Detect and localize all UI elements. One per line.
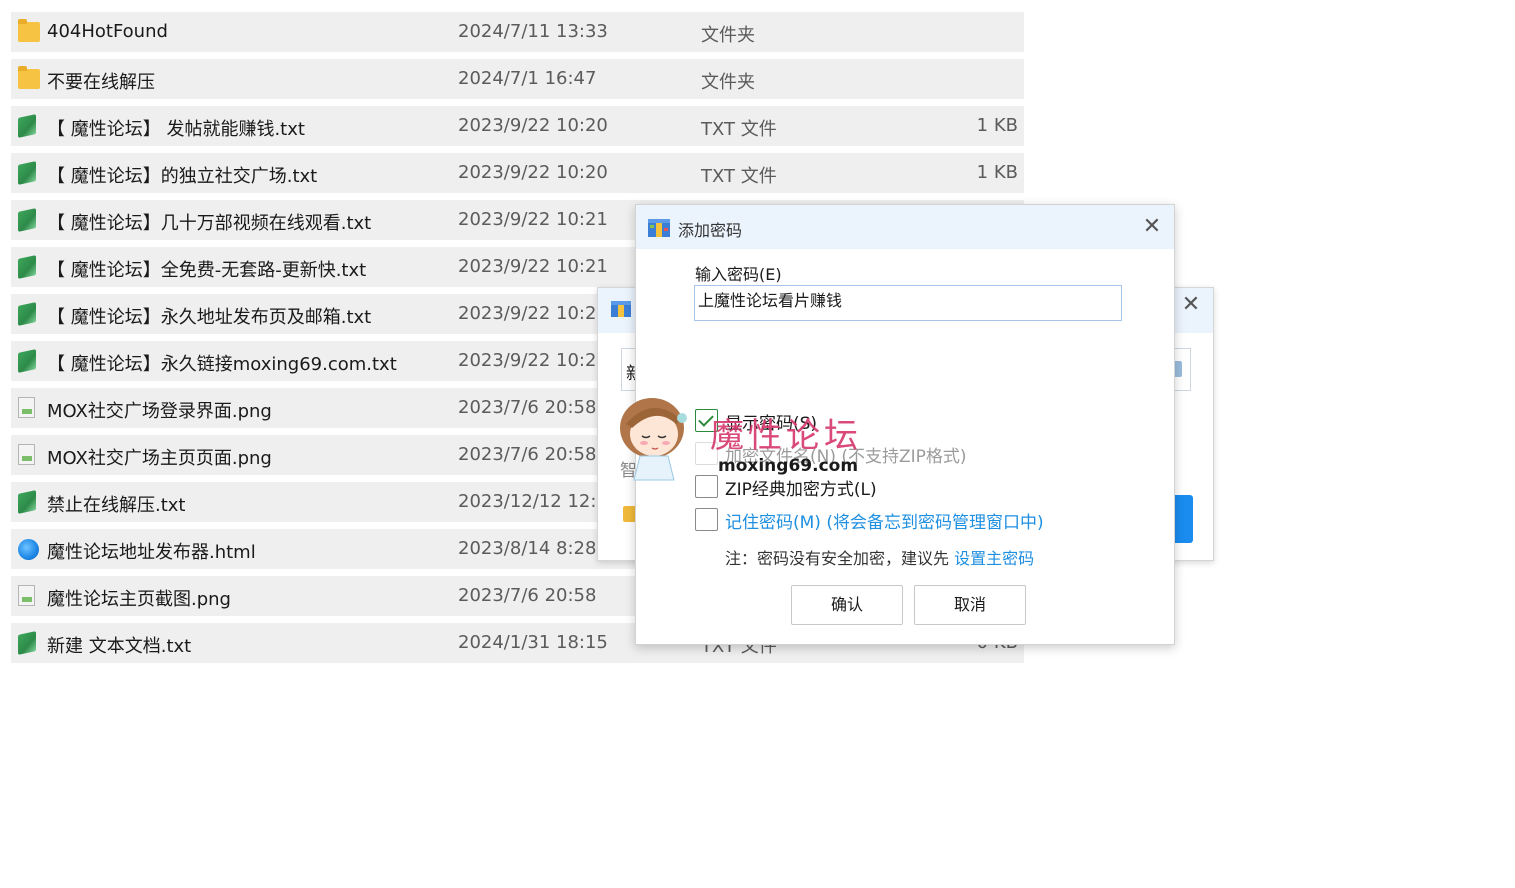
add-password-dialog: 添加密码 ✕ 输入密码(E) 显示密码(S) 加密文件名(N) (不支持ZIP格… xyxy=(635,204,1175,645)
file-type: 文件夹 xyxy=(701,25,755,46)
dialog-title: 添加密码 xyxy=(678,221,743,240)
encrypt-filenames-label: 加密文件名(N) (不支持ZIP格式) xyxy=(725,447,967,467)
file-name: 【 魔性论坛】几十万部视频在线观看.txt xyxy=(47,213,372,234)
file-name: 不要在线解压 xyxy=(47,72,155,93)
file-row[interactable]: 【 魔性论坛】的独立社交广场.txt 2023/9/22 10:20 TXT 文件 1… xyxy=(11,153,1024,193)
file-size: 1 KB xyxy=(976,115,1018,136)
compress-dialog-close-button[interactable]: ✕ xyxy=(1179,293,1203,317)
file-size: 1 KB xyxy=(976,162,1018,183)
folder-icon xyxy=(18,66,40,89)
txt-file-icon xyxy=(18,255,36,279)
file-name: 【 魔性论坛】永久链接moxing69.com.txt xyxy=(47,354,397,375)
file-name: 魔性论坛地址发布器.html xyxy=(47,542,256,563)
png-image-icon xyxy=(18,444,35,465)
file-name: 【 魔性论坛】的独立社交广场.txt xyxy=(47,166,318,187)
cancel-button[interactable]: 取消 xyxy=(914,585,1026,625)
file-date: 2023/9/22 10:21 xyxy=(458,209,608,230)
txt-file-icon xyxy=(18,208,36,232)
txt-file-icon xyxy=(18,349,36,373)
archive-app-icon xyxy=(611,301,631,317)
folder-icon xyxy=(18,19,40,42)
txt-file-icon xyxy=(18,161,36,185)
file-date: 2023/9/22 10:21 xyxy=(458,256,608,277)
file-row[interactable]: 不要在线解压 2024/7/1 16:47 文件夹 xyxy=(11,59,1024,99)
close-icon[interactable]: ✕ xyxy=(1138,213,1166,241)
remember-password-label[interactable]: 记住密码(M) (将会备忘到密码管理窗口中) xyxy=(725,508,1044,533)
txt-file-icon xyxy=(18,490,36,514)
txt-file-icon xyxy=(18,302,36,326)
password-label: 输入密码(E) xyxy=(695,265,782,284)
file-date: 2023/9/22 10:20 xyxy=(458,162,608,183)
show-password-checkbox[interactable] xyxy=(695,409,718,432)
file-name: 【 魔性论坛】全免费-无套路-更新快.txt xyxy=(47,260,367,281)
png-image-icon xyxy=(18,397,35,418)
file-name: 禁止在线解压.txt xyxy=(47,495,186,516)
file-name: 404HotFound xyxy=(47,21,168,42)
file-date: 2024/7/1 16:47 xyxy=(458,68,597,89)
password-input[interactable] xyxy=(694,285,1122,321)
txt-file-icon xyxy=(18,114,36,138)
file-name: 新建 文本文档.txt xyxy=(47,636,192,657)
file-type: TXT 文件 xyxy=(701,119,777,140)
file-date: 2023/7/6 20:58 xyxy=(458,585,597,606)
file-type: 文件夹 xyxy=(701,72,755,93)
txt-file-icon xyxy=(18,631,36,655)
file-name: 魔性论坛主页截图.png xyxy=(47,589,231,610)
file-date: 2023/8/14 8:28 xyxy=(458,538,597,559)
file-name: MOX社交广场主页页面.png xyxy=(47,448,272,469)
zip-classic-label: ZIP经典加密方式(L) xyxy=(725,480,877,500)
file-name: 【 魔性论坛】 发帖就能赚钱.txt xyxy=(47,119,305,140)
file-date: 2023/7/6 20:58 xyxy=(458,444,597,465)
file-name: MOX社交广场登录界面.png xyxy=(47,401,272,422)
file-row[interactable]: 【 魔性论坛】 发帖就能赚钱.txt 2023/9/22 10:20 TXT 文件 1… xyxy=(11,106,1024,146)
png-image-icon xyxy=(18,585,35,606)
file-name: 【 魔性论坛】永久地址发布页及邮箱.txt xyxy=(47,307,372,328)
file-date: 2023/7/6 20:58 xyxy=(458,397,597,418)
encrypt-filenames-checkbox xyxy=(695,442,718,465)
archive-app-icon xyxy=(648,219,670,237)
remember-password-checkbox[interactable] xyxy=(695,508,718,531)
file-row[interactable]: 404HotFound 2024/7/11 13:33 文件夹 xyxy=(11,12,1024,52)
file-date: 2023/9/22 10:2 xyxy=(458,350,597,371)
file-date: 2023/9/22 10:2 xyxy=(458,303,597,324)
browse-icon[interactable] xyxy=(1174,361,1182,377)
file-date: 2023/12/12 12: xyxy=(458,491,597,512)
file-type: TXT 文件 xyxy=(701,166,777,187)
confirm-button[interactable]: 确认 xyxy=(791,585,903,625)
file-date: 2024/1/31 18:15 xyxy=(458,632,608,653)
file-date: 2023/9/22 10:20 xyxy=(458,115,608,136)
zip-classic-checkbox[interactable] xyxy=(695,475,718,498)
show-password-label: 显示密码(S) xyxy=(725,414,818,434)
dialog-titlebar: 添加密码 ✕ xyxy=(636,205,1174,249)
security-note: 注：密码没有安全加密，建议先 设置主密码 xyxy=(725,545,1034,569)
security-note-text: 注：密码没有安全加密，建议先 xyxy=(725,549,955,568)
file-date: 2024/7/11 13:33 xyxy=(458,21,608,42)
html-file-icon xyxy=(18,539,39,560)
set-master-password-link[interactable]: 设置主密码 xyxy=(954,549,1034,568)
